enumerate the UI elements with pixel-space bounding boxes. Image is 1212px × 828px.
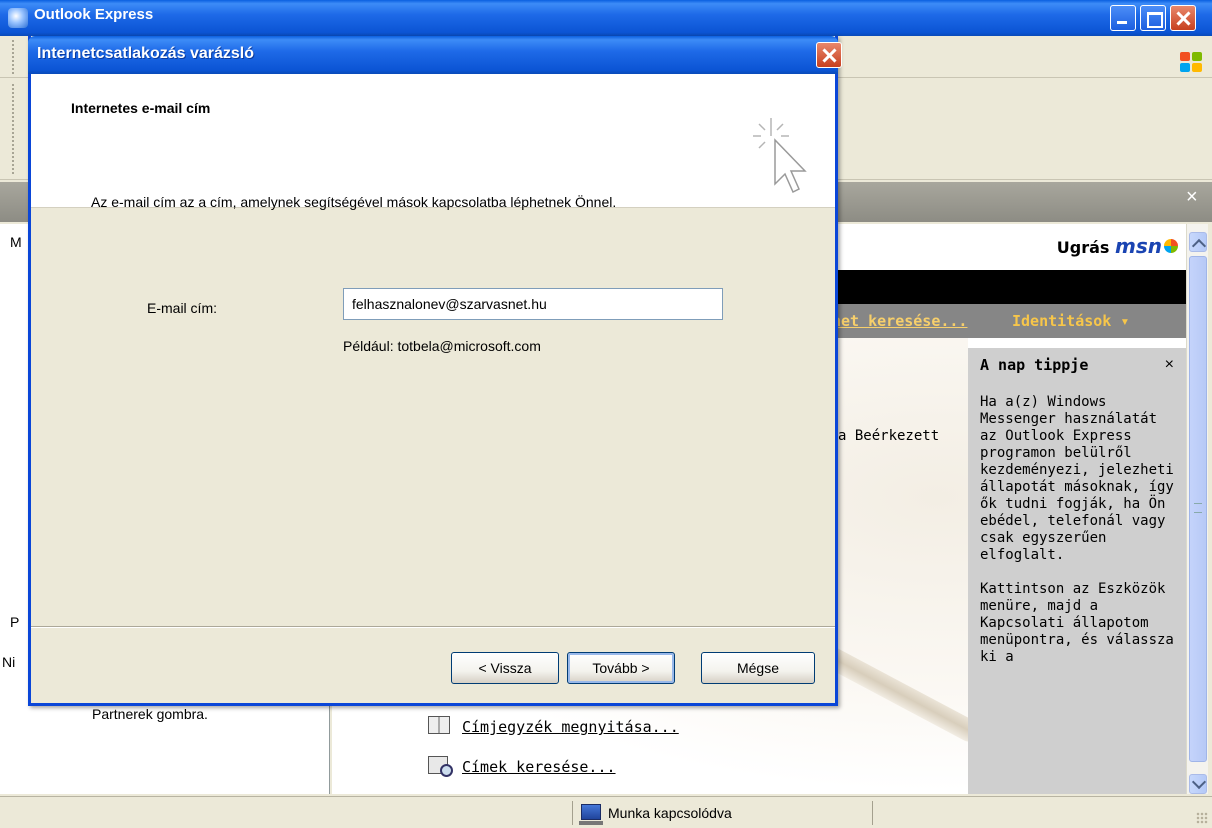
contacts-pane-letter: P	[10, 614, 20, 630]
folderbar-close-icon[interactable]: ×	[1186, 186, 1198, 209]
scroll-thumb[interactable]	[1189, 256, 1207, 762]
msn-logo: msn	[1115, 234, 1162, 258]
scroll-down-button[interactable]	[1189, 774, 1207, 794]
open-address-book-link[interactable]: Címjegyzék megnyitása...	[462, 718, 679, 736]
vertical-scrollbar[interactable]	[1186, 224, 1208, 794]
email-field[interactable]	[343, 288, 723, 320]
windows-logo-icon	[1180, 52, 1204, 74]
msn-butterfly-icon	[1164, 239, 1178, 253]
internet-connection-wizard: Internetcsatlakozás varázsló Internetes …	[28, 36, 842, 706]
find-people-icon	[428, 756, 453, 777]
partners-text: Partnerek gombra.	[92, 706, 208, 722]
msn-jump-label: Ugrás	[1056, 238, 1110, 257]
next-button[interactable]: Tovább >	[567, 652, 675, 684]
tip-body: Ha a(z) Windows Messenger használatát az…	[980, 394, 1174, 666]
maximize-button[interactable]	[1140, 5, 1166, 31]
wizard-cursor-icon	[753, 118, 807, 194]
email-example: Például: totbela@microsoft.com	[343, 338, 541, 354]
tip-paragraph: Ha a(z) Windows Messenger használatát az…	[980, 394, 1174, 563]
status-separator	[572, 801, 573, 825]
main-titlebar[interactable]: Outlook Express	[0, 0, 1212, 36]
close-window-button[interactable]	[1170, 5, 1196, 31]
find-people-link[interactable]: Címek keresése...	[462, 758, 616, 776]
button-separator	[31, 626, 835, 628]
contacts-pane-text: Ni	[2, 654, 16, 670]
back-button[interactable]: < Vissza	[451, 652, 559, 684]
search-link[interactable]: net keresése...	[832, 312, 967, 330]
minimize-button[interactable]	[1110, 5, 1136, 31]
scroll-up-button[interactable]	[1189, 232, 1207, 252]
connection-computer-icon	[579, 804, 603, 825]
wizard-titlebar[interactable]: Internetcsatlakozás varázsló	[28, 36, 842, 74]
msn-jump-link[interactable]: Ugrás msn	[1057, 234, 1178, 258]
wizard-close-button[interactable]	[816, 42, 842, 68]
wizard-title: Internetcsatlakozás varázsló	[37, 45, 254, 62]
email-label: E-mail cím:	[147, 300, 217, 316]
identities-menu[interactable]: Identitások ▾	[1012, 312, 1129, 330]
wizard-heading: Internetes e-mail cím	[71, 100, 211, 116]
resize-grip[interactable]	[1196, 812, 1208, 824]
tip-title: A nap tippje	[980, 356, 1089, 374]
wizard-description: Az e-mail cím az a cím, amelynek segítsé…	[91, 194, 617, 210]
wizard-header: Internetes e-mail cím	[31, 74, 835, 208]
main-window-title: Outlook Express	[34, 6, 154, 23]
status-separator	[872, 801, 873, 825]
address-book-icon	[428, 716, 450, 734]
tip-of-the-day-panel: A nap tippje × Ha a(z) Windows Messenger…	[968, 348, 1186, 794]
connection-status: Munka kapcsolódva	[608, 805, 732, 821]
folder-pane-letter: M	[10, 234, 22, 250]
inbox-text-fragment: a Beérkezett	[838, 428, 940, 444]
status-bar: Munka kapcsolódva	[0, 796, 1212, 828]
cancel-button[interactable]: Mégse	[701, 652, 815, 684]
outlook-app-icon	[8, 8, 28, 28]
tip-paragraph: Kattintson az Eszközök menüre, majd a Ka…	[980, 581, 1174, 665]
tip-close-icon[interactable]: ×	[1165, 356, 1174, 374]
menubar-grip[interactable]	[12, 40, 16, 74]
toolbar-grip[interactable]	[12, 84, 16, 174]
